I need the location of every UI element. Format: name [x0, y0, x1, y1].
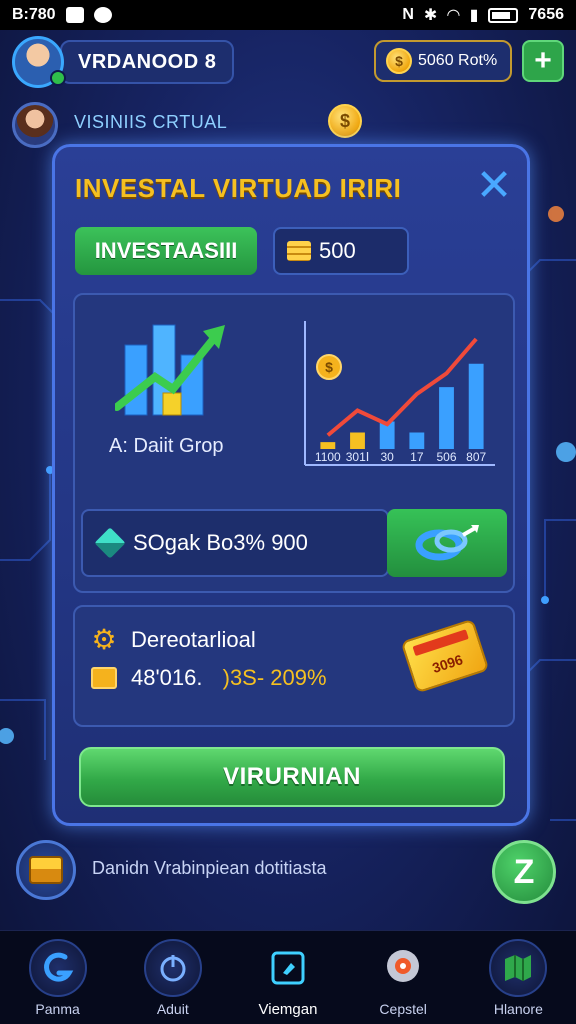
nav-item-aduit[interactable]: Aduit [125, 939, 221, 1017]
nav-item-cepstel[interactable]: Cepstel [355, 939, 451, 1017]
online-status-icon [50, 70, 66, 86]
invest-button[interactable]: INVESTAASIII [75, 227, 257, 275]
amount-value: 500 [319, 238, 356, 263]
secondary-avatar[interactable] [12, 102, 58, 148]
bluetooth-icon: ✱ [423, 7, 438, 24]
status-time: B:780 [12, 6, 56, 23]
bottom-nav: Panma Aduit Viemgan Cepstel Hlanore [0, 930, 576, 1024]
z-icon: Z [513, 852, 535, 891]
header-subtitle: VISINIIS CRTUAL [74, 112, 228, 132]
info-panel: ⚙ Dereotarlioal 48'016. )3S- 209% 3096 [73, 605, 515, 727]
mini-chart: 1100 301Ⅰ 30 17 506 807 $ [304, 321, 495, 466]
app-notification-icon [93, 7, 112, 23]
balance-value: 5060 Rot% [418, 52, 498, 69]
map-icon [489, 939, 548, 997]
chart-bar [320, 442, 336, 449]
wifi-icon: ◠ [447, 7, 460, 24]
chart-bar [409, 432, 425, 449]
chart-panel: A: Daiit Grop 1100 301Ⅰ 30 17 506 807 $ SOgak… [73, 293, 515, 593]
nav-label: Aduit [156, 1001, 189, 1017]
swirl-icon [28, 939, 87, 997]
cube-icon [94, 527, 126, 559]
nav-item-hlanore[interactable]: Hlanore [470, 939, 566, 1017]
robot-icon [374, 939, 432, 997]
calendar-icon [91, 667, 117, 689]
modal-title: INVESTAL VIRTUAD IRIRI [75, 173, 402, 203]
ticket-icon: 3096 [400, 618, 490, 694]
x-tick-label: 807 [466, 450, 486, 464]
amount-field[interactable]: 500 [273, 227, 409, 275]
trend-line [326, 337, 478, 437]
profit-field[interactable]: SOgak Bo3% 900 [81, 509, 389, 577]
nav-item-viemgan[interactable]: Viemgan [240, 939, 336, 1018]
username-pill[interactable]: VRDANOOD 8 [60, 40, 234, 84]
nav-label: Cepstel [379, 1001, 427, 1017]
close-button[interactable]: ✕ [473, 164, 515, 208]
treasure-chest-button[interactable] [16, 840, 76, 900]
battery-icon [488, 7, 519, 23]
growth-chart-icon [115, 324, 225, 416]
info-value-1: 48'016. [131, 665, 203, 690]
x-tick-label: 1100 [315, 450, 341, 464]
add-funds-button[interactable]: + [522, 40, 564, 82]
gold-stack-icon [287, 241, 311, 261]
nav-label: Hlanore [493, 1001, 543, 1017]
chart-coin-symbol: $ [325, 359, 333, 375]
info-label: Dereotarlioal [131, 627, 256, 652]
chart-bar [439, 387, 454, 449]
x-tick-label: 506 [436, 450, 456, 464]
x-tick-label: 30 [380, 450, 394, 464]
chart-bar [468, 363, 484, 449]
notification-icon [65, 7, 84, 23]
nav-label: Viemgan [258, 1001, 318, 1018]
handshake-icon [415, 525, 479, 561]
treasure-chest-icon [29, 856, 63, 884]
tag-icon [259, 939, 317, 997]
nav-label: Panma [35, 1001, 80, 1017]
plus-icon: + [534, 44, 552, 77]
hint-text: Danidn Vrabinpiean dotitiasta [92, 858, 327, 878]
close-icon: ✕ [475, 161, 513, 210]
signal-icon: ▮ [469, 7, 479, 24]
nfc-icon: N [402, 6, 414, 23]
chart-caption: A: Daiit Grop [109, 435, 224, 457]
info-values: 48'016. )3S- 209% [131, 665, 327, 691]
dollar-coin-icon: $ [386, 48, 412, 74]
status-right-time: 7656 [528, 6, 564, 23]
x-tick-label: 17 [410, 450, 424, 464]
invest-modal: INVESTAL VIRTUAD IRIRI ✕ INVESTAASIII 50… [52, 144, 530, 826]
z-button[interactable]: Z [492, 840, 556, 904]
confirm-button[interactable]: VIRURNIAN [79, 747, 505, 807]
nav-item-panma[interactable]: Panma [10, 939, 106, 1017]
username: VRDANOOD 8 [78, 50, 217, 73]
exchange-button[interactable] [387, 509, 507, 577]
power-icon [143, 939, 202, 997]
x-tick-label: 301Ⅰ [346, 450, 370, 464]
floating-coin-icon: $ [328, 104, 362, 138]
ticket-text: 3096 [430, 651, 465, 677]
gear-icon: ⚙ [91, 624, 117, 655]
info-value-2: )3S- 209% [222, 665, 327, 690]
chart-bar [350, 432, 365, 449]
balance-pill[interactable]: $ 5060 Rot% [374, 40, 512, 82]
status-bar: B:780 N ✱ ◠ ▮ 7656 [0, 0, 576, 30]
profit-text: SOgak Bo3% 900 [133, 530, 308, 555]
